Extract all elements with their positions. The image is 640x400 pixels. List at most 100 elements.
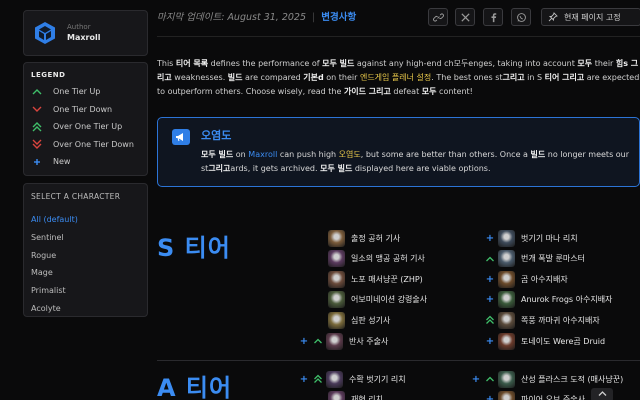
build-entry[interactable]: 어보미네이션 강령술사	[328, 291, 427, 309]
build-portrait-icon	[498, 270, 515, 288]
link-icon	[432, 13, 444, 21]
build-name: 반사 주술사	[349, 336, 389, 346]
intro-span: their	[592, 59, 616, 68]
callout-icon	[172, 129, 190, 145]
build-name: 산성 플라스크 도적 (매사냥꾼)	[521, 374, 624, 384]
build-name: 심판 성기사	[351, 315, 391, 325]
share-facebook-button[interactable]	[483, 8, 503, 26]
build-entry[interactable]: + 곰 아수지배자	[484, 270, 568, 288]
build-name: 벗기기 마나 리치	[521, 233, 578, 243]
intro-span: are compared	[242, 73, 304, 82]
author-name: Maxroll	[67, 33, 101, 42]
intro-span: This	[157, 59, 176, 68]
character-option-acolyte[interactable]: Acolyte	[31, 299, 140, 317]
build-entry[interactable]: 재현 리치	[328, 390, 383, 400]
author-card[interactable]: Author Maxroll	[23, 10, 148, 56]
build-entry[interactable]: + 토네이도 Were곰 Druid	[484, 332, 605, 350]
share-whatsapp-button[interactable]	[511, 8, 531, 26]
character-option-sentinel[interactable]: Sentinel	[31, 229, 140, 247]
updated-label: 마지막 업데이트:	[157, 12, 225, 23]
build-name: 출정 공허 기사	[351, 233, 401, 243]
changelog-link[interactable]: 변경사항	[321, 12, 356, 23]
change-marker: +	[484, 273, 496, 285]
character-select-title: SELECT A CHARACTER	[31, 192, 121, 201]
callout-span: displayed here are viable options.	[352, 164, 491, 173]
build-portrait-icon	[498, 250, 515, 268]
page-header: 마지막 업데이트: August 31, 2025 | 변경사항 현재 페이지 …	[157, 0, 640, 36]
intro-span: content!	[436, 87, 473, 96]
build-entry[interactable]: 출정 공허 기사	[328, 229, 400, 247]
build-name: 노포 매서냥꾼 (ZHP)	[351, 274, 423, 284]
callout-span: can push high	[277, 150, 339, 159]
copy-link-button[interactable]	[428, 8, 448, 26]
plus-icon: +	[485, 294, 495, 306]
intro-text: This 티어 목록 defines the performance of 모두…	[157, 57, 640, 99]
chevron-down-icon	[32, 106, 42, 113]
pin-page-label: 현재 페이지 고정	[564, 12, 621, 22]
build-name: 어보미네이션 강령술사	[351, 295, 428, 305]
callout-span: , but some are better than others. Once …	[360, 150, 531, 159]
character-option-rogue[interactable]: Rogue	[31, 246, 140, 264]
plus-icon: +	[485, 232, 495, 244]
character-option-mage[interactable]: Mage	[31, 264, 140, 282]
build-portrait-icon	[328, 311, 345, 329]
plus-icon: +	[299, 335, 309, 347]
maxroll-logo-icon	[35, 22, 55, 44]
build-entry[interactable]: + Anurok Frogs 아수지배자	[484, 291, 612, 309]
build-entry[interactable]: + 파이어 오브 주술사	[484, 390, 585, 400]
pin-page-button[interactable]: 현재 페이지 고정	[541, 8, 640, 26]
change-marker: +	[484, 393, 496, 400]
legend-label: New	[53, 157, 71, 167]
intro-bold: 가이드 그리고	[343, 87, 391, 96]
tier-a-heading: A 티어	[157, 374, 233, 400]
callout-bold: 모두 빌드	[320, 164, 353, 173]
chevron-up-icon	[32, 88, 42, 95]
change-marker	[312, 373, 324, 385]
plus-icon: +	[471, 373, 481, 385]
tier-s-heading: S 티어	[157, 234, 231, 262]
plus-icon: +	[485, 335, 495, 347]
scroll-to-top-button[interactable]	[591, 388, 613, 400]
build-portrait-icon	[498, 370, 515, 388]
endgame-settings-link[interactable]: 엔드게임 플레너 설정	[360, 73, 431, 82]
build-name: 파이어 오브 주술사	[521, 394, 585, 400]
build-entry[interactable]: 일소의 맹공 공허 기사	[328, 250, 425, 268]
change-marker	[484, 373, 496, 385]
share-x-button[interactable]	[455, 8, 475, 26]
build-entry[interactable]: 심판 성기사	[328, 311, 390, 329]
callout-bold: 그리고	[208, 164, 231, 173]
corruption-link[interactable]: 오염도	[339, 150, 361, 159]
x-icon	[460, 12, 470, 22]
build-entry[interactable]: + 수확 벗기기 리치	[298, 370, 406, 388]
build-name: 재현 리치	[351, 394, 383, 400]
intro-span: defeat	[390, 87, 422, 96]
callout-bold: 빌드	[530, 150, 546, 159]
build-entry[interactable]: 노포 매서냥꾼 (ZHP)	[328, 270, 423, 288]
character-option-all[interactable]: All (default)	[31, 211, 140, 229]
intro-bold: 기본d	[303, 73, 324, 82]
build-name: 토네이도 Were곰 Druid	[521, 336, 606, 346]
plus-icon	[34, 158, 40, 165]
build-entry[interactable]: 쪽풍 까마귀 아수지배자	[484, 311, 600, 329]
plus-icon: +	[299, 373, 309, 385]
build-entry[interactable]: + 산성 플라스크 도적 (매사냥꾼)	[470, 370, 623, 388]
build-portrait-icon	[498, 332, 515, 350]
legend-item-new: New	[31, 153, 140, 171]
change-marker	[484, 314, 496, 326]
build-name: Anurok Frogs 아수지배자	[521, 295, 613, 305]
build-portrait-icon	[326, 332, 343, 350]
build-entry[interactable]: + 반사 주술사	[298, 332, 388, 350]
build-portrait-icon	[498, 390, 515, 400]
separator: |	[312, 12, 316, 23]
intro-bold: 티어 그리고	[544, 73, 585, 82]
build-entry[interactable]: 번개 폭발 룬마스터	[484, 250, 585, 268]
character-option-primalist[interactable]: Primalist	[31, 282, 140, 300]
intro-span: defines the performance of	[208, 59, 323, 68]
build-entry[interactable]: + 벗기기 마나 리치	[484, 229, 578, 247]
maxroll-link[interactable]: Maxroll	[248, 150, 277, 159]
change-marker: +	[298, 373, 310, 385]
intro-span: . The best ones st	[431, 73, 503, 82]
change-marker: +	[484, 335, 496, 347]
intro-bold: 그리고	[502, 73, 525, 82]
double-chevron-up-icon	[486, 315, 494, 325]
